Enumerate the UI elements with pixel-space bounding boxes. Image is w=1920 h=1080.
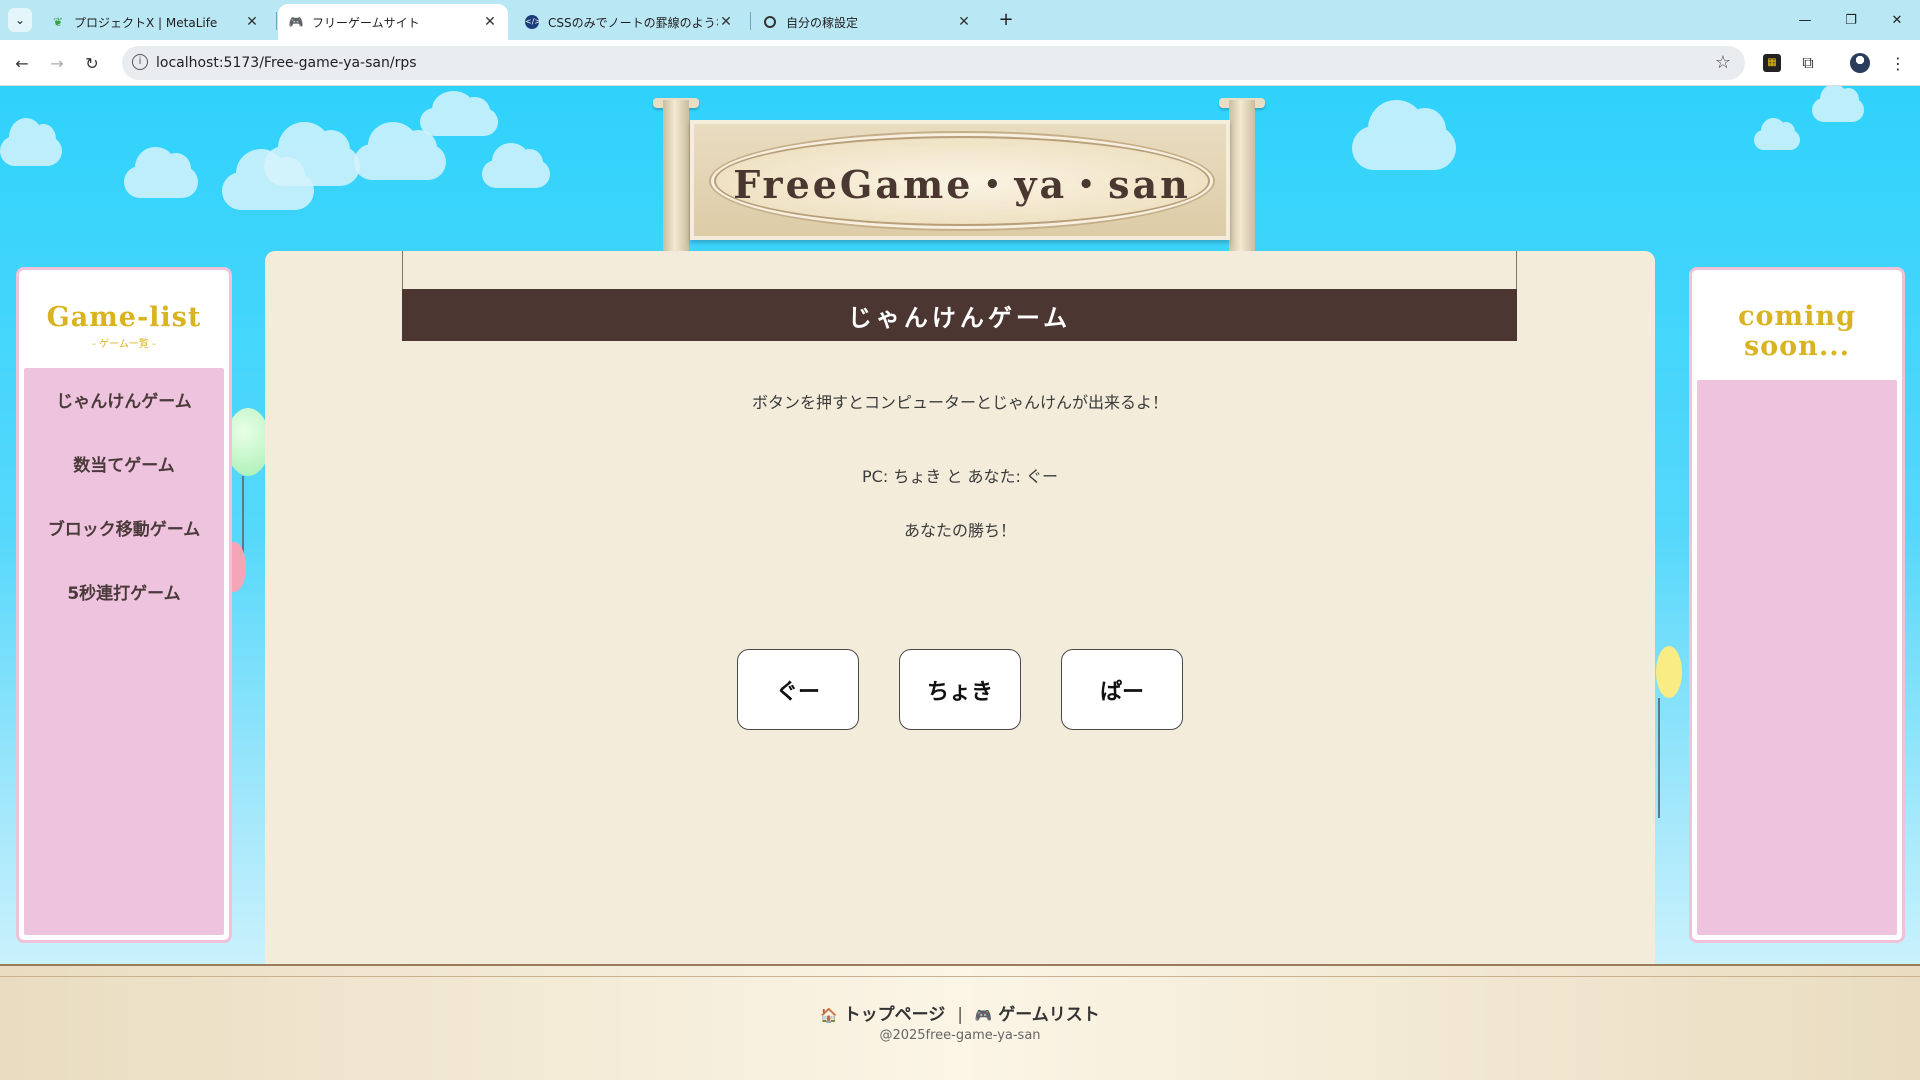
game-title: じゃんけんゲーム: [402, 289, 1517, 341]
coming-soon-body: [1697, 380, 1897, 935]
avatar[interactable]: [1848, 51, 1872, 75]
coming-soon-header: coming soon...: [1692, 270, 1902, 362]
footer-links: 🏠 トップページ | 🎮 ゲームリスト: [0, 1000, 1920, 1025]
game-list-menu: じゃんけんゲーム 数当てゲーム ブロック移動ゲーム 5秒連打ゲーム: [24, 368, 224, 935]
coming-soon-title-line2: soon...: [1743, 331, 1851, 362]
site-title: FreeGame・ya・san: [733, 161, 1191, 207]
site-info-icon[interactable]: i: [132, 54, 148, 70]
sign-post-right: [1229, 100, 1255, 256]
address-bar[interactable]: i localhost:5173/Free-game-ya-san/rps ☆: [122, 46, 1745, 80]
scissors-button[interactable]: ちょき: [899, 649, 1021, 730]
game-list-subtitle: - ゲーム一覧 -: [92, 339, 156, 350]
tab-css-note[interactable]: </> CSSのみでノートの罫線のようなスタ ✕: [514, 4, 744, 40]
tab-title: フリーゲームサイト: [312, 15, 420, 30]
close-window-button[interactable]: ✕: [1874, 0, 1920, 40]
url-text: localhost:5173/Free-game-ya-san/rps: [156, 55, 417, 71]
sign-oval: FreeGame・ya・san: [714, 136, 1210, 226]
extension-icon[interactable]: ▦: [1760, 51, 1784, 75]
browser-tab-bar: ⌄ ❦ プロジェクトX | MetaLife ✕ 🎮 フリーゲームサイト ✕ <…: [0, 0, 1920, 40]
cloud-decoration: [1352, 99, 1456, 170]
site-sign: FreeGame・ya・san: [690, 120, 1230, 240]
menu-item-number-guess[interactable]: 数当てゲーム: [24, 434, 224, 498]
house-icon: 🏠: [820, 1008, 838, 1024]
browser-toolbar: ← → ↻ i localhost:5173/Free-game-ya-san/…: [0, 40, 1920, 86]
new-tab-button[interactable]: +: [994, 8, 1018, 32]
site-footer: 🏠 トップページ | 🎮 ゲームリスト @2025free-game-ya-sa…: [0, 964, 1920, 1080]
close-icon[interactable]: ✕: [482, 14, 498, 30]
tab-settings[interactable]: 自分の稼設定 ✕: [752, 4, 982, 40]
restore-button[interactable]: ❐: [1828, 0, 1874, 40]
footer-game-list-link[interactable]: 🎮 ゲームリスト: [975, 1005, 1100, 1025]
tab-title: 自分の稼設定: [786, 15, 859, 30]
browser-menu-icon[interactable]: ⋮: [1886, 51, 1910, 75]
cloud-decoration: [0, 118, 62, 166]
sign-post-left: [663, 100, 689, 256]
target-icon: [762, 14, 778, 30]
cloud-decoration: [264, 122, 360, 186]
back-button[interactable]: ←: [8, 49, 36, 77]
balloon-yellow: [1656, 646, 1682, 698]
coming-soon-sidebar: coming soon...: [1689, 267, 1905, 943]
code-icon: </>: [524, 14, 541, 30]
menu-item-rps[interactable]: じゃんけんゲーム: [24, 370, 224, 434]
tab-free-game-site[interactable]: 🎮 フリーゲームサイト ✕: [278, 4, 508, 40]
result-message: あなたの勝ち！: [903, 521, 1016, 540]
copyright: @2025free-game-ya-san: [879, 1028, 1041, 1043]
paper-button[interactable]: ぱー: [1061, 649, 1183, 730]
extensions-puzzle-icon[interactable]: ⧉: [1796, 51, 1820, 75]
balloon-green: [226, 408, 270, 476]
coming-soon-title-line1: coming: [1738, 301, 1856, 332]
metalife-icon: ❦: [52, 15, 64, 29]
close-icon[interactable]: ✕: [244, 14, 260, 30]
minimize-button[interactable]: —: [1782, 0, 1828, 40]
gamepad-icon: 🎮: [974, 1008, 993, 1024]
menu-item-block-move[interactable]: ブロック移動ゲーム: [24, 498, 224, 562]
balloon-string: [1658, 698, 1660, 818]
tab-title: プロジェクトX | MetaLife: [74, 15, 218, 30]
footer-separator: |: [957, 1005, 963, 1025]
result-hands: PC: ちょき と あなた: ぐー: [862, 467, 1058, 486]
cloud-decoration: [1754, 118, 1800, 150]
game-list-title: Game-list: [46, 302, 202, 333]
page-viewport: FreeGame・ya・san Game-list - ゲーム一覧 - じゃんけ…: [0, 86, 1920, 1080]
tab-title: CSSのみでノートの罫線のようなスタ: [548, 15, 718, 30]
cloud-decoration: [124, 146, 198, 198]
game-main-panel: じゃんけんゲーム ボタンを押すとコンピューターとじゃんけんが出来るよ！ PC: …: [265, 251, 1655, 971]
footer-game-list-label: ゲームリスト: [998, 1005, 1100, 1025]
tab-metalife[interactable]: ❦ プロジェクトX | MetaLife ✕: [40, 4, 270, 40]
close-icon[interactable]: ✕: [956, 14, 972, 30]
game-description: ボタンを押すとコンピューターとじゃんけんが出来るよ！: [751, 393, 1168, 412]
game-list-sidebar: Game-list - ゲーム一覧 - じゃんけんゲーム 数当てゲーム ブロック…: [16, 267, 232, 943]
header-frame: [402, 251, 1517, 289]
reload-button[interactable]: ↻: [78, 49, 106, 77]
gamepad-icon: 🎮: [288, 15, 304, 29]
rock-button[interactable]: ぐー: [737, 649, 859, 730]
tab-separator: [276, 12, 277, 30]
cloud-decoration: [1812, 86, 1864, 122]
cloud-decoration: [354, 122, 446, 180]
close-icon[interactable]: ✕: [718, 14, 734, 30]
game-list-header: Game-list - ゲーム一覧 -: [19, 270, 229, 350]
tab-separator: [750, 12, 751, 30]
footer-top-link[interactable]: 🏠 トップページ: [820, 1005, 951, 1025]
footer-top-label: トップページ: [843, 1005, 946, 1025]
tab-search-button[interactable]: ⌄: [8, 8, 32, 32]
forward-button[interactable]: →: [43, 49, 71, 77]
cloud-decoration: [420, 91, 498, 136]
menu-item-5sec-tap[interactable]: 5秒連打ゲーム: [24, 562, 224, 626]
cloud-decoration: [482, 143, 550, 188]
bookmark-star-icon[interactable]: ☆: [1715, 52, 1731, 73]
